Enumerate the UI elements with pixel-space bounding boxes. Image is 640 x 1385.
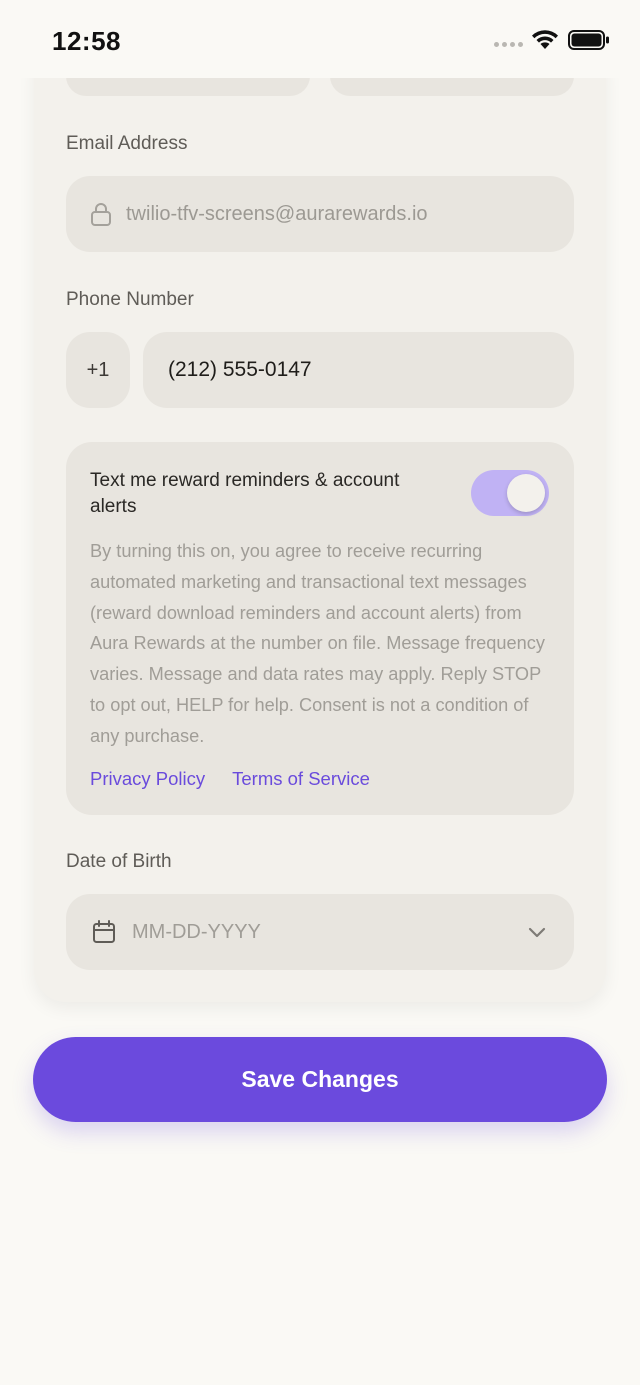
status-time: 12:58 xyxy=(52,26,121,56)
email-label: Email Address xyxy=(66,133,188,154)
save-changes-button[interactable]: Save Changes xyxy=(33,1037,607,1122)
dob-label: Date of Birth xyxy=(66,851,172,872)
privacy-policy-link[interactable]: Privacy Policy xyxy=(90,768,205,790)
sms-consent-panel: Text me reward reminders & account alert… xyxy=(66,442,574,815)
sms-consent-toggle[interactable] xyxy=(471,470,549,516)
legal-links: Privacy Policy Terms of Service xyxy=(90,768,370,790)
country-code-value: +1 xyxy=(86,358,110,381)
sms-consent-title: Text me reward reminders & account alert… xyxy=(90,470,400,517)
phone-value: (212) 555-0147 xyxy=(168,358,312,381)
calendar-icon xyxy=(93,920,115,943)
date-of-birth-picker[interactable]: MM-DD-YYYY xyxy=(66,894,574,970)
toggle-knob xyxy=(507,474,545,512)
terms-of-service-link[interactable]: Terms of Service xyxy=(232,768,370,790)
email-field[interactable]: twilio-tfv-screens@aurarewards.io xyxy=(66,176,574,252)
country-code-selector[interactable]: +1 xyxy=(66,332,130,408)
status-bar: 12:58 xyxy=(0,0,640,78)
phone-label: Phone Number xyxy=(66,289,194,310)
chevron-down-icon xyxy=(528,927,546,938)
battery-icon xyxy=(568,30,609,50)
cellular-signal-icon xyxy=(494,42,523,47)
sms-consent-disclaimer: By turning this on, you agree to receive… xyxy=(90,541,545,746)
email-value: twilio-tfv-screens@aurarewards.io xyxy=(126,202,428,225)
dob-placeholder: MM-DD-YYYY xyxy=(132,920,261,943)
lock-icon xyxy=(91,203,111,226)
wifi-icon xyxy=(532,30,558,49)
phone-input[interactable]: (212) 555-0147 xyxy=(143,332,574,408)
